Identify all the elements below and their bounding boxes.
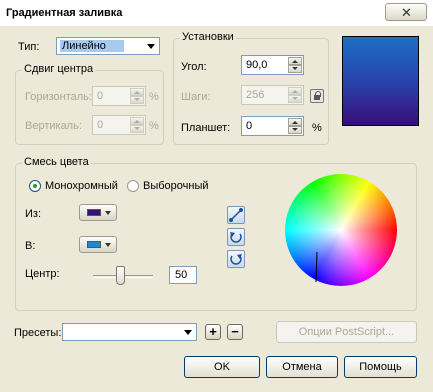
remove-preset-button[interactable]: − — [227, 324, 243, 340]
window-title: Градиентная заливка — [6, 7, 123, 19]
steps-value: 256 — [246, 89, 265, 101]
type-value: Линейно — [60, 40, 124, 52]
pad-unit: % — [312, 122, 322, 134]
pad-label: Планшет: — [181, 122, 231, 134]
steps-spinner[interactable]: 256 — [241, 85, 304, 105]
clockwise-icon — [230, 254, 242, 265]
cancel-button[interactable]: Отмена — [266, 356, 338, 378]
spin-down-button[interactable] — [288, 65, 302, 73]
spin-down-button[interactable] — [130, 96, 144, 104]
direct-path-button[interactable] — [227, 206, 245, 224]
ok-button[interactable]: OK — [184, 356, 260, 378]
from-color-swatch — [87, 209, 101, 216]
postscript-options-button[interactable]: Опции PostScript... — [276, 321, 417, 343]
lock-icon[interactable] — [310, 89, 324, 103]
clockwise-path-button[interactable] — [227, 250, 245, 268]
spin-down-button[interactable] — [288, 95, 302, 103]
chevron-down-icon — [105, 243, 111, 247]
gradient-preview[interactable] — [342, 36, 419, 126]
color-blend-title: Смесь цвета — [22, 156, 91, 168]
from-label: Из: — [25, 208, 42, 220]
steps-label: Шаги: — [181, 91, 211, 103]
center-input[interactable]: 50 — [169, 266, 197, 284]
vertical-unit: % — [149, 120, 159, 132]
spin-down-button[interactable] — [130, 125, 144, 133]
chevron-down-icon[interactable] — [143, 38, 159, 54]
close-icon: ✕ — [401, 5, 412, 20]
center-label: Центр: — [25, 268, 60, 280]
center-value: 50 — [175, 269, 188, 281]
horizontal-unit: % — [149, 91, 159, 103]
gradient-fill-dialog: Градиентная заливка ✕ Тип: Линейно Сдвиг… — [0, 0, 433, 392]
custom-radio[interactable] — [127, 180, 139, 192]
minus-icon: − — [231, 324, 239, 339]
spin-down-button[interactable] — [288, 126, 302, 134]
plus-icon: + — [209, 324, 217, 339]
add-preset-button[interactable]: + — [205, 324, 221, 340]
presets-select[interactable] — [62, 323, 197, 341]
blend-path-marker — [315, 251, 318, 283]
center-offset-title: Сдвиг центра — [22, 63, 96, 75]
vertical-value: 0 — [97, 119, 104, 131]
horizontal-spinner[interactable]: 0 — [92, 86, 146, 106]
vertical-spinner[interactable]: 0 — [92, 115, 146, 135]
pad-spinner[interactable]: 0 — [241, 116, 304, 136]
presets-label: Пресеты: — [14, 327, 62, 339]
to-label: В: — [25, 240, 36, 252]
monochrome-radio[interactable] — [29, 180, 41, 192]
type-select[interactable]: Линейно — [56, 37, 160, 55]
horizontal-value: 0 — [97, 90, 104, 102]
to-color-swatch — [87, 241, 101, 248]
close-button[interactable]: ✕ — [385, 3, 427, 21]
chevron-down-icon[interactable] — [180, 324, 196, 340]
angle-value: 90,0 — [246, 59, 268, 71]
angle-spinner[interactable]: 90,0 — [241, 55, 304, 75]
spin-up-button[interactable] — [288, 87, 302, 95]
pad-value: 0 — [246, 120, 253, 132]
help-button[interactable]: Помощь — [344, 356, 417, 378]
from-color-button[interactable] — [79, 204, 117, 221]
chevron-down-icon — [105, 211, 111, 215]
angle-label: Угол: — [181, 61, 207, 73]
to-color-button[interactable] — [79, 236, 117, 253]
custom-label: Выборочный — [143, 180, 209, 192]
spin-up-button[interactable] — [130, 88, 144, 96]
vertical-label: Вертикаль: — [25, 120, 82, 132]
counterclockwise-icon — [230, 232, 242, 243]
color-wheel[interactable] — [285, 174, 397, 286]
settings-title: Установки — [180, 31, 236, 43]
horizontal-label: Горизонталь: — [25, 91, 92, 103]
direct-path-icon — [229, 208, 243, 222]
counterclockwise-path-button[interactable] — [227, 228, 245, 246]
spin-up-button[interactable] — [288, 118, 302, 126]
spin-up-button[interactable] — [130, 117, 144, 125]
title-bar: Градиентная заливка ✕ — [0, 0, 433, 26]
center-slider-thumb[interactable] — [116, 266, 125, 285]
spin-up-button[interactable] — [288, 57, 302, 65]
type-label: Тип: — [18, 41, 40, 53]
monochrome-label: Монохромный — [45, 180, 118, 192]
